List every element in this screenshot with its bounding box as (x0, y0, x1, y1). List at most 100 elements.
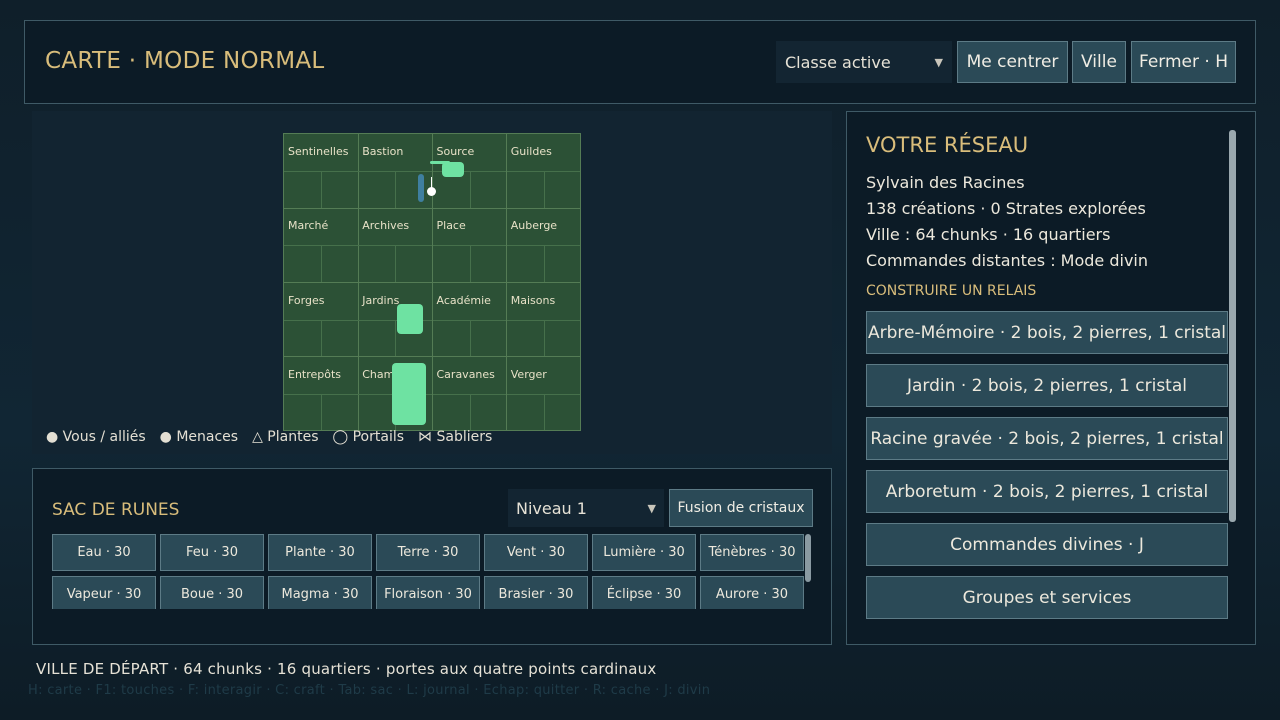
class-select[interactable]: Classe active ▼ (776, 41, 952, 83)
groups-services-button[interactable]: Groupes et services (866, 576, 1228, 619)
district-cell[interactable]: Marché (284, 208, 359, 283)
grid-line (321, 319, 322, 356)
district-label: Entrepôts (288, 367, 342, 381)
rune-item[interactable]: Floraison · 30 (376, 576, 480, 609)
wall-marker (418, 174, 424, 202)
rune-bag-title: SAC DE RUNES (52, 500, 180, 520)
district-label: Bastion (362, 145, 404, 158)
structure-marker (392, 363, 426, 425)
rune-item[interactable]: Éclipse · 30 (592, 576, 696, 609)
district-label: Verger (510, 367, 547, 381)
rune-item[interactable]: Boue · 30 (160, 576, 264, 609)
rune-item[interactable]: Lumière · 30 (592, 534, 696, 571)
map-header: CARTE · MODE NORMAL Classe active ▼ Me c… (24, 20, 1256, 104)
class-select-value: Classe active (785, 52, 891, 72)
remote-commands: Commandes distantes : Mode divin (866, 251, 1149, 270)
divine-commands-button[interactable]: Commandes divines · J (866, 523, 1228, 566)
district-cell[interactable]: Caravanes (432, 356, 507, 432)
keyboard-hint: H: carte · F1: touches · F: interagir · … (28, 683, 711, 698)
city-info: Ville : 64 chunks · 16 quartiers (866, 225, 1111, 244)
grid-line (395, 171, 397, 208)
chevron-down-icon: ▼ (934, 55, 943, 69)
rune-item[interactable]: Plante · 30 (268, 534, 372, 571)
district-cell[interactable]: Sentinelles (284, 134, 359, 209)
status-footer: VILLE DE DÉPART · 64 chunks · 16 quartie… (36, 660, 657, 678)
grid-line (543, 393, 545, 431)
network-title: VOTRE RÉSEAU (866, 133, 1029, 157)
district-cell[interactable]: Place (432, 208, 507, 283)
grid-line (469, 171, 471, 208)
district-label: Source (436, 145, 475, 158)
map-legend: ● Vous / alliés ● Menaces △ Plantes ◯ Po… (46, 429, 492, 445)
district-label: Archives (362, 219, 410, 233)
grid-line (321, 393, 322, 431)
city-button[interactable]: Ville (1072, 41, 1126, 83)
rune-grid: Eau · 30 Feu · 30 Plante · 30 Terre · 30 Ven… (52, 534, 804, 609)
grid-line (321, 171, 322, 208)
structure-marker (442, 162, 464, 177)
rune-item[interactable]: Ténèbres · 30 (700, 534, 804, 571)
player-stats: 138 créations · 0 Strates explorées (866, 199, 1146, 218)
district-label: Jardins (362, 293, 400, 307)
rune-item[interactable]: Vapeur · 30 (52, 576, 156, 609)
chevron-down-icon: ▼ (647, 501, 656, 515)
district-label: Caravanes (436, 367, 495, 381)
rune-item[interactable]: Terre · 30 (376, 534, 480, 571)
district-cell[interactable]: Auberge (506, 208, 582, 283)
district-label: Guildes (510, 145, 552, 158)
network-panel: VOTRE RÉSEAU Sylvain des Racines 138 cré… (846, 111, 1256, 645)
city-map-grid[interactable]: Sentinelles Bastion Source Guildes Marché Arc… (283, 133, 582, 432)
district-cell[interactable]: Guildes (506, 134, 582, 209)
rune-scrollbar[interactable] (805, 534, 811, 582)
district-label: Auberge (510, 219, 558, 233)
rune-item[interactable]: Eau · 30 (52, 534, 156, 571)
grid-line (469, 319, 471, 356)
relay-button[interactable]: Jardin · 2 bois, 2 pierres, 1 cristal (866, 364, 1228, 407)
relay-button[interactable]: Racine gravée · 2 bois, 2 pierres, 1 cri… (866, 417, 1228, 460)
relay-button[interactable]: Arboretum · 2 bois, 2 pierres, 1 cristal (866, 470, 1228, 513)
rune-item[interactable]: Magma · 30 (268, 576, 372, 609)
legend-threats: ● Menaces (159, 429, 239, 445)
district-label: Cham (362, 367, 395, 381)
relay-heading: CONSTRUIRE UN RELAIS (866, 283, 1037, 299)
district-label: Académie (436, 293, 491, 307)
district-label: Marché (288, 219, 329, 233)
level-select-value: Niveau 1 (516, 498, 587, 518)
rune-item[interactable]: Vent · 30 (484, 534, 588, 571)
grid-line (321, 245, 322, 282)
network-scrollbar[interactable] (1229, 130, 1236, 522)
rune-bag-panel: SAC DE RUNES Niveau 1 ▼ Fusion de crista… (32, 468, 832, 645)
district-cell[interactable]: Forges (284, 282, 359, 357)
close-button[interactable]: Fermer · H (1131, 41, 1236, 83)
structure-marker (430, 161, 450, 164)
district-label: Maisons (510, 293, 556, 307)
grid-line (469, 245, 471, 282)
district-cell[interactable]: Maisons (506, 282, 582, 357)
grid-line (543, 319, 545, 356)
district-cell[interactable]: Académie (432, 282, 507, 357)
player-direction (431, 177, 432, 189)
district-label: Sentinelles (288, 145, 349, 158)
district-cell[interactable]: Entrepôts (284, 356, 359, 432)
relay-button[interactable]: Arbre-Mémoire · 2 bois, 2 pierres, 1 cri… (866, 311, 1228, 354)
district-label: Forges (288, 293, 325, 307)
rune-item[interactable]: Feu · 30 (160, 534, 264, 571)
center-button[interactable]: Me centrer (957, 41, 1068, 83)
legend-portals: ◯ Portails (332, 429, 405, 445)
structure-marker (397, 304, 423, 334)
player-name: Sylvain des Racines (866, 173, 1025, 192)
level-select[interactable]: Niveau 1 ▼ (508, 489, 664, 527)
page-title: CARTE · MODE NORMAL (45, 48, 325, 74)
legend-plants: △ Plantes (252, 429, 319, 445)
district-cell[interactable]: Archives (358, 208, 433, 283)
grid-line (469, 393, 471, 431)
grid-line (395, 245, 397, 282)
legend-hourglasses: ⋈ Sabliers (418, 429, 493, 445)
rune-item[interactable]: Brasier · 30 (484, 576, 588, 609)
grid-line (543, 171, 545, 208)
district-cell[interactable]: Verger (506, 356, 582, 432)
crystal-fusion-button[interactable]: Fusion de cristaux (669, 489, 813, 527)
rune-item[interactable]: Aurore · 30 (700, 576, 804, 609)
map-view[interactable]: Sentinelles Bastion Source Guildes Marché Arc… (32, 111, 832, 454)
legend-allies: ● Vous / alliés (46, 429, 146, 445)
